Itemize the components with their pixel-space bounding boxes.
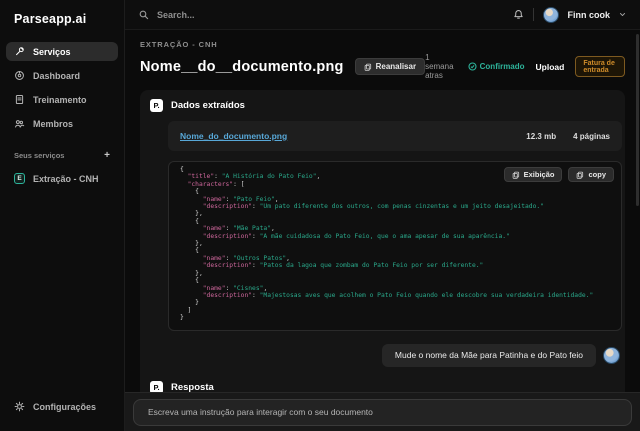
topbar-divider [533,8,534,21]
main-area: Finn cook EXTRAÇÃO - CNH Nome__do__docum… [125,0,640,431]
file-size: 12.3 mb [526,132,556,141]
extracted-section-header: P. Dados extraídos [150,99,622,112]
notification-bell-icon[interactable] [513,9,524,20]
user-avatar [603,347,620,364]
copy-button[interactable]: copy [568,167,614,182]
file-row: Nome_do_documento.png 12.3 mb 4 páginas [168,121,622,151]
sidebar: Parseapp.ai Serviços Dashboard Treinamen… [0,0,125,431]
sidebar-item-label: Dashboard [33,71,80,81]
extracted-json-code: { "title": "A História do Pato Feio", "c… [180,166,613,322]
sidebar-item-label: Membros [33,119,73,129]
sidebar-item-label: Treinamento [33,95,87,105]
sidebar-item-dashboard[interactable]: Dashboard [6,66,118,85]
topbar: Finn cook [125,0,640,30]
file-pages: 4 páginas [573,132,610,141]
add-service-button[interactable]: + [104,152,110,160]
dashboard-icon [14,70,25,81]
sidebar-item-label: Serviços [33,47,71,57]
section-title: Dados extraídos [171,100,245,111]
file-link[interactable]: Nome_do_documento.png [180,131,287,141]
services-section-label: Seus serviços [14,151,64,160]
reanalyze-button[interactable]: Reanalisar [355,58,425,75]
user-chat-bubble: Mude o nome da Mãe para Patinha e do Pat… [382,344,596,367]
search-input[interactable] [157,10,377,20]
services-section-header: Seus serviços + [6,138,118,169]
document-icon [14,94,25,105]
user-name[interactable]: Finn cook [568,10,611,20]
timestamp: 1 semana atras [425,53,457,80]
app-root: Parseapp.ai Serviços Dashboard Treinamen… [0,0,640,431]
page-head: EXTRAÇÃO - CNH Nome__do__documento.png R… [125,30,640,80]
chevron-down-icon[interactable] [619,11,626,18]
sidebar-item-label: Configurações [33,402,96,412]
sidebar-item-configuracoes[interactable]: Configurações [6,397,118,416]
wrench-icon [14,46,25,57]
code-actions: Exibição copy [504,167,614,182]
members-icon [14,118,25,129]
view-button[interactable]: Exibição [504,167,563,182]
breadcrumb: EXTRAÇÃO - CNH [140,40,625,49]
composer-bar [125,392,640,431]
check-circle-icon [468,62,477,71]
service-label: Extração - CNH [33,174,99,184]
chat-message-row: Mude o nome da Mãe para Patinha e do Pat… [150,344,620,367]
section-title: Resposta [171,382,214,393]
sidebar-item-extracao-cnh[interactable]: E Extração - CNH [6,169,118,188]
topbar-right: Finn cook [513,7,627,23]
invoice-type-badge: Fatura de entrada [575,56,625,77]
gear-icon [14,401,25,412]
scrollbar-thumb[interactable] [636,34,639,206]
extracted-code-card: Exibição copy { "title": "A História do … [168,161,622,331]
page-title: Nome__do__documento.png [140,59,344,75]
sidebar-spacer [6,193,118,397]
sidebar-item-membros[interactable]: Membros [6,114,118,133]
copy-icon [364,63,372,71]
sidebar-item-treinamento[interactable]: Treinamento [6,90,118,109]
document-meta: 1 semana atras Confirmado Upload Fatura … [425,53,625,80]
app-logo: Parseapp.ai [6,10,118,42]
copy-icon [576,171,584,179]
page-content: EXTRAÇÃO - CNH Nome__do__documento.png R… [125,30,640,431]
user-avatar[interactable] [543,7,559,23]
upload-button[interactable]: Upload [536,62,565,72]
instruction-input[interactable] [133,399,632,426]
search-icon [139,10,149,20]
parseapp-logo-icon: P. [150,99,163,112]
document-panel: P. Dados extraídos Nome_do_documento.png… [140,90,625,431]
copy-icon [512,171,520,179]
service-badge: E [14,173,25,184]
status-badge: Confirmado [468,62,525,71]
sidebar-item-servicos[interactable]: Serviços [6,42,118,61]
